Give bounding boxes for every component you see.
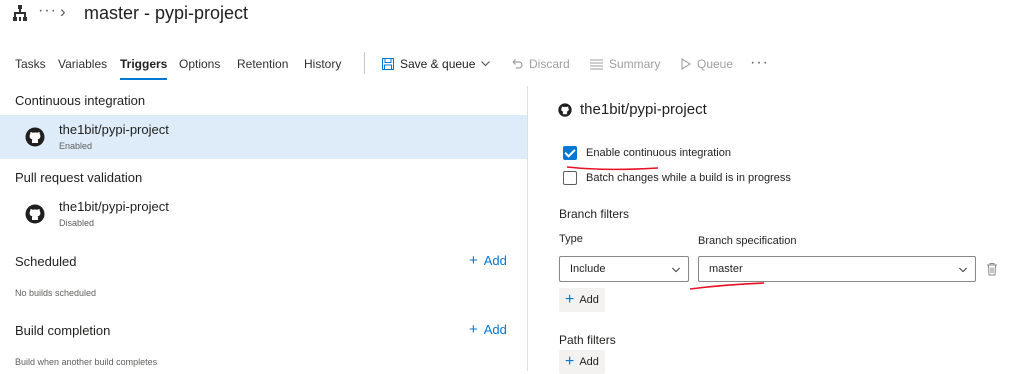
type-label: Type xyxy=(559,233,583,245)
breadcrumb-chevron-icon: › xyxy=(60,2,66,21)
ci-section-title: Continuous integration xyxy=(15,93,146,108)
queue-label: Queue xyxy=(697,57,734,71)
ci-repo-item[interactable]: the1bit/pypi-project Enabled xyxy=(0,115,527,159)
plus-icon: + xyxy=(565,353,575,370)
github-icon xyxy=(558,102,572,117)
branch-spec-label: Branch specification xyxy=(698,235,797,247)
breadcrumb-more-button[interactable]: ··· xyxy=(38,2,57,20)
build-completion-add-button[interactable]: + Add xyxy=(469,321,507,338)
save-queue-button[interactable]: Save & queue xyxy=(382,57,491,71)
scheduled-section-title: Scheduled xyxy=(15,254,77,269)
branch-spec-value: master xyxy=(709,263,743,275)
undo-icon xyxy=(512,59,523,69)
tab-retention[interactable]: Retention xyxy=(237,57,288,71)
delete-icon[interactable] xyxy=(986,262,998,276)
branch-filter-add-label: Add xyxy=(579,294,599,306)
details-repo-title: the1bit/pypi-project xyxy=(580,101,707,118)
batch-changes-label: Batch changes while a build is in progre… xyxy=(586,172,791,184)
scheduled-empty-text: No builds scheduled xyxy=(15,288,97,298)
details-repo-header: the1bit/pypi-project xyxy=(558,101,707,118)
filter-type-value: Include xyxy=(570,263,606,275)
summary-button[interactable]: Summary xyxy=(590,57,660,71)
header: ··· › master - pypi-project xyxy=(0,0,1024,30)
trigger-list: Continuous integration the1bit/pypi-proj… xyxy=(0,86,527,371)
play-icon xyxy=(681,58,691,70)
branch-spec-dropdown[interactable]: master xyxy=(698,256,976,282)
summary-label: Summary xyxy=(609,57,661,71)
more-actions-button[interactable]: ··· xyxy=(750,54,769,72)
enable-ci-label: Enable continuous integration xyxy=(586,147,731,159)
pr-section-title: Pull request validation xyxy=(15,170,143,185)
enable-ci-checkbox[interactable]: Enable continuous integration xyxy=(563,146,731,160)
build-completion-section-title: Build completion xyxy=(15,323,111,338)
trigger-details: the1bit/pypi-project Enable continuous i… xyxy=(528,86,1024,374)
path-filter-add-label: Add xyxy=(579,356,599,368)
discard-button[interactable]: Discard xyxy=(511,57,570,71)
github-icon xyxy=(25,127,45,147)
save-icon xyxy=(382,58,394,70)
page-title: master - pypi-project xyxy=(84,3,249,23)
chevron-down-icon xyxy=(672,267,680,273)
build-completion-add-label: Add xyxy=(483,322,507,337)
scheduled-add-label: Add xyxy=(483,253,507,268)
ci-repo-name: the1bit/pypi-project xyxy=(59,122,169,137)
queue-button[interactable]: Queue xyxy=(681,57,733,71)
pr-repo-item[interactable]: the1bit/pypi-project Disabled xyxy=(0,192,527,236)
tab-tasks[interactable]: Tasks xyxy=(15,57,46,71)
batch-changes-checkbox[interactable]: Batch changes while a build is in progre… xyxy=(563,171,791,185)
plus-icon: + xyxy=(565,291,575,308)
pr-repo-status: Disabled xyxy=(59,218,95,228)
tab-history[interactable]: History xyxy=(304,57,341,71)
path-filter-add-button[interactable]: + Add xyxy=(559,350,605,374)
chevron-down-icon xyxy=(481,61,491,67)
tab-triggers[interactable]: Triggers xyxy=(120,57,168,80)
filter-type-dropdown[interactable]: Include xyxy=(559,256,689,282)
save-queue-label: Save & queue xyxy=(400,57,476,71)
build-completion-empty-text: Build when another build completes xyxy=(15,357,158,367)
tab-options[interactable]: Options xyxy=(179,57,220,71)
pr-repo-name: the1bit/pypi-project xyxy=(59,199,169,214)
github-icon xyxy=(25,204,45,224)
checkbox-unchecked-icon xyxy=(563,171,577,185)
chevron-down-icon xyxy=(959,267,967,273)
plus-icon: + xyxy=(469,321,478,338)
list-icon xyxy=(590,59,603,69)
branch-filter-add-button[interactable]: + Add xyxy=(559,288,605,312)
discard-label: Discard xyxy=(529,57,570,71)
plus-icon: + xyxy=(469,252,478,269)
toolbar-divider xyxy=(364,52,365,74)
tab-variables[interactable]: Variables xyxy=(58,57,107,71)
pipeline-icon xyxy=(13,5,27,21)
branch-filters-title: Branch filters xyxy=(559,207,630,221)
checkbox-checked-icon xyxy=(563,146,577,160)
scheduled-add-button[interactable]: + Add xyxy=(469,252,507,269)
ci-repo-status: Enabled xyxy=(59,141,93,151)
path-filters-title: Path filters xyxy=(559,333,616,347)
